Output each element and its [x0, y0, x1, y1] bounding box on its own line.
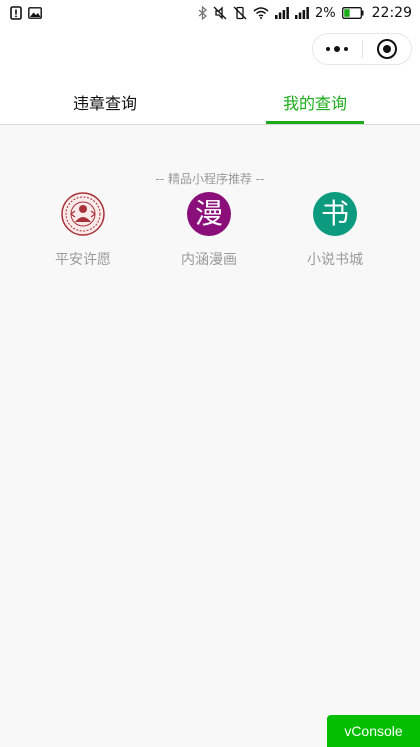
wish-seal-icon [61, 192, 105, 236]
mini-program-capsule [312, 33, 412, 65]
tab-violation-query[interactable]: 违章查询 [0, 84, 210, 124]
wifi-icon [253, 7, 269, 19]
tab-my-queries[interactable]: 我的查询 [210, 84, 420, 124]
app-label: 平安许愿 [55, 252, 111, 268]
tab-label: 我的查询 [282, 94, 347, 113]
vibrate-off-icon [233, 6, 247, 20]
app-novel[interactable]: 书 小说书城 [272, 192, 398, 269]
alert-notification-icon [10, 6, 22, 20]
vconsole-button[interactable]: vConsole [327, 715, 420, 747]
status-bar-right: 2% 22:29 [198, 5, 412, 21]
image-notification-icon [28, 7, 42, 19]
status-bar-left [10, 6, 42, 20]
app-manhua[interactable]: 漫 内涵漫画 [146, 192, 272, 269]
header-divider [0, 124, 420, 125]
app-page: 2% 22:29 违章查询 我的查询 -- 精品小程序推荐 -- 平安许愿 漫 … [0, 0, 420, 747]
clock: 22:29 [371, 5, 412, 21]
bluetooth-icon [198, 6, 208, 20]
battery-icon [341, 7, 364, 19]
status-bar: 2% 22:29 [0, 0, 420, 26]
app-wish[interactable]: 平安许愿 [20, 192, 146, 269]
mute-icon [213, 6, 227, 20]
tab-label: 违章查询 [72, 94, 137, 113]
recommend-title: -- 精品小程序推荐 -- [155, 172, 265, 186]
novel-book-icon: 书 [313, 192, 357, 236]
app-label: 内涵漫画 [181, 252, 237, 268]
close-program-button[interactable] [363, 34, 412, 64]
battery-percent: 2% [315, 5, 336, 21]
header: 违章查询 我的查询 [0, 26, 420, 124]
app-label: 小说书城 [307, 252, 363, 268]
signal-1-icon [275, 7, 289, 19]
recommend-app-list: 平安许愿 漫 内涵漫画 书 小说书城 [0, 192, 420, 269]
more-dots-icon [326, 46, 349, 52]
signal-2-icon [295, 7, 309, 19]
close-target-icon [376, 39, 397, 59]
manhua-icon: 漫 [187, 192, 231, 236]
tab-bar: 违章查询 我的查询 [0, 84, 420, 124]
more-menu-button[interactable] [313, 34, 362, 64]
